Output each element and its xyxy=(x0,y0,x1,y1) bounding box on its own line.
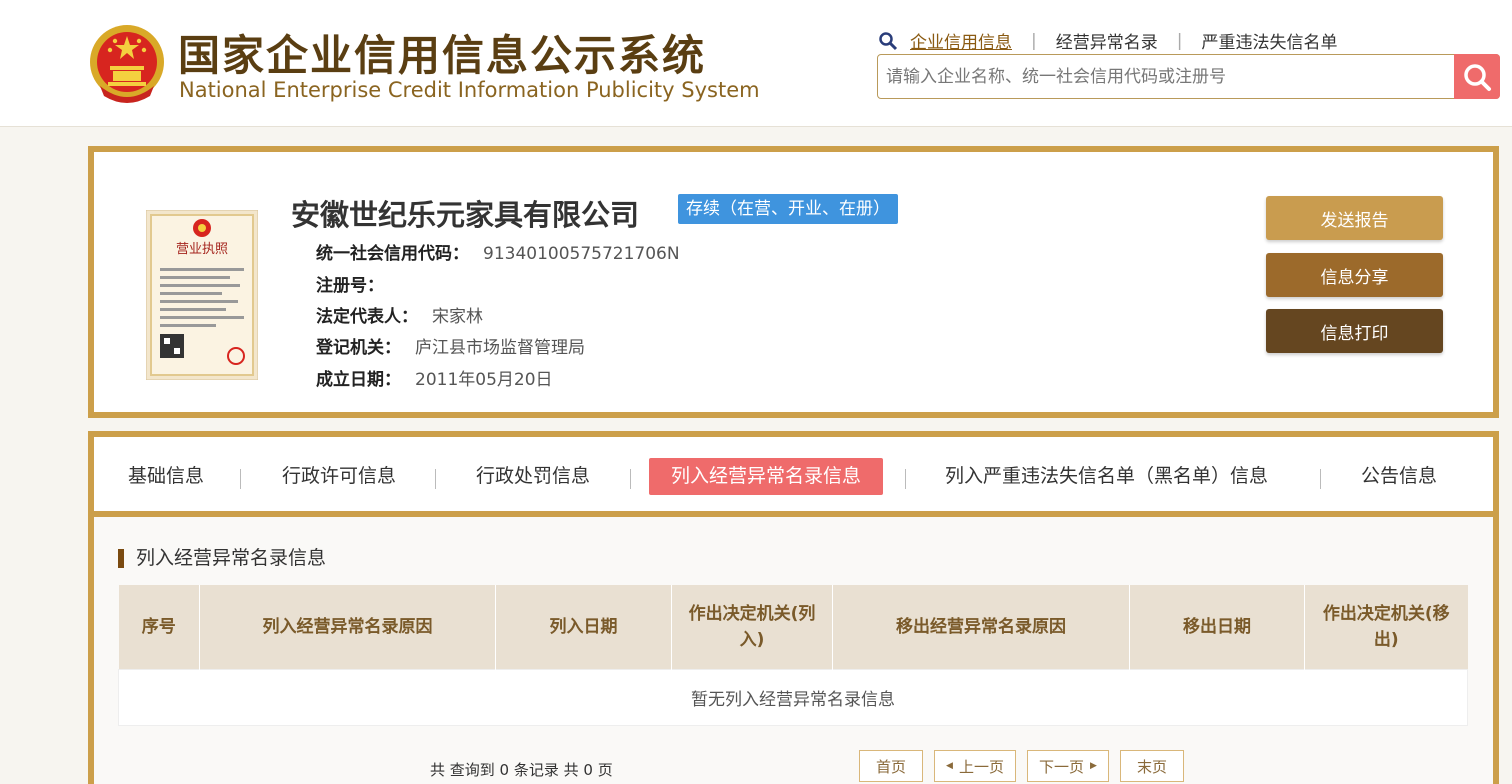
topnav-separator: | xyxy=(1031,30,1037,51)
next-page-label: 下一页 xyxy=(1039,757,1085,776)
status-badge: 存续（在营、开业、在册） xyxy=(678,194,898,224)
last-page-button[interactable]: 末页 xyxy=(1120,750,1184,782)
tab-separator xyxy=(630,469,631,489)
site-title: 国家企业信用信息公示系统 xyxy=(178,31,707,80)
tab-separator xyxy=(905,469,906,489)
column-header-listing-date: 列入日期 xyxy=(495,585,672,669)
column-header-removal-authority: 作出决定机关(移出) xyxy=(1304,585,1468,669)
arrow-left-icon: ◀ xyxy=(946,761,953,771)
table-row: 暂无列入经营异常名录信息 xyxy=(118,668,1468,726)
column-header-listing-authority: 作出决定机关(列入) xyxy=(671,585,833,669)
share-info-button[interactable]: 信息分享 xyxy=(1266,253,1443,297)
previous-page-button[interactable]: ◀ 上一页 xyxy=(934,750,1016,782)
tab-separator xyxy=(240,469,241,489)
info-legal-representative: 法定代表人： 宋家林 xyxy=(316,302,483,327)
info-registration-authority: 登记机关： 庐江县市场监督管理局 xyxy=(316,333,585,358)
info-label: 登记机关： xyxy=(316,338,401,358)
topnav-credit-info[interactable]: 企业信用信息 xyxy=(910,28,1012,53)
empty-table-message: 暂无列入经营异常名录信息 xyxy=(118,668,1468,726)
send-report-button[interactable]: 发送报告 xyxy=(1266,196,1443,240)
column-header-removal-date: 移出日期 xyxy=(1129,585,1305,669)
column-header-removal-reason: 移出经营异常名录原因 xyxy=(832,585,1130,669)
info-registration-number: 注册号： xyxy=(316,271,398,296)
info-credit-code: 统一社会信用代码： 91340100575721706N xyxy=(316,239,680,264)
tab-separator xyxy=(435,469,436,489)
pagination-summary: 共 查询到 0 条记录 共 0 页 xyxy=(430,761,613,779)
next-page-button[interactable]: 下一页 ▶ xyxy=(1027,750,1109,782)
tab-bar: 基础信息 行政许可信息 行政处罚信息 列入经营异常名录信息 列入严重违法失信名单… xyxy=(94,437,1493,511)
company-name: 安徽世纪乐元家具有限公司 xyxy=(291,198,640,232)
site-subtitle: National Enterprise Credit Information P… xyxy=(179,78,760,102)
tab-abnormal-list[interactable]: 列入经营异常名录信息 xyxy=(649,458,884,495)
search-icon xyxy=(1464,63,1491,91)
info-label: 成立日期： xyxy=(316,370,401,390)
column-header-index: 序号 xyxy=(118,585,200,669)
site-header: 国家企业信用信息公示系统 National Enterprise Credit … xyxy=(0,0,1512,127)
abnormal-list-section: 列入经营异常名录信息 序号 列入经营异常名录原因 列入日期 作出决定机关(列入)… xyxy=(94,517,1493,784)
info-value: 庐江县市场监督管理局 xyxy=(415,338,585,358)
topnav-abnormal-list[interactable]: 经营异常名录 xyxy=(1056,28,1158,53)
top-navigation: 企业信用信息 | 经营异常名录 | 严重违法失信名单 xyxy=(878,28,1337,53)
info-value: 宋家林 xyxy=(432,307,483,327)
topnav-separator: | xyxy=(1176,30,1183,51)
info-value: 2011年05月20日 xyxy=(415,370,553,390)
magnifier-icon xyxy=(879,31,898,50)
national-emblem-icon xyxy=(90,25,164,103)
license-heading: 营业执照 xyxy=(176,242,228,257)
tab-blacklist[interactable]: 列入严重违法失信名单（黑名单）信息 xyxy=(945,458,1268,495)
tab-separator xyxy=(1320,469,1321,489)
info-value: 91340100575721706N xyxy=(483,244,680,264)
tab-basic-info[interactable]: 基础信息 xyxy=(128,458,204,495)
info-label: 统一社会信用代码： xyxy=(316,244,469,264)
tab-admin-license[interactable]: 行政许可信息 xyxy=(282,458,396,495)
arrow-right-icon: ▶ xyxy=(1090,761,1097,771)
tab-announcements[interactable]: 公告信息 xyxy=(1361,458,1437,495)
info-panel: 基础信息 行政许可信息 行政处罚信息 列入经营异常名录信息 列入严重违法失信名单… xyxy=(88,431,1499,784)
search-button[interactable] xyxy=(1454,54,1500,99)
info-established-date: 成立日期： 2011年05月20日 xyxy=(316,365,553,390)
column-header-listing-reason: 列入经营异常名录原因 xyxy=(199,585,496,669)
search-box xyxy=(877,54,1500,99)
info-label: 注册号： xyxy=(316,276,384,296)
tab-admin-penalty[interactable]: 行政处罚信息 xyxy=(476,458,590,495)
search-input[interactable] xyxy=(886,63,1446,91)
table-header-row: 序号 列入经营异常名录原因 列入日期 作出决定机关(列入) 移出经营异常名录原因… xyxy=(118,585,1468,669)
abnormal-list-table: 序号 列入经营异常名录原因 列入日期 作出决定机关(列入) 移出经营异常名录原因… xyxy=(118,585,1468,726)
topnav-blacklist[interactable]: 严重违法失信名单 xyxy=(1201,28,1337,53)
first-page-button[interactable]: 首页 xyxy=(859,750,923,782)
info-label: 法定代表人： xyxy=(316,307,418,327)
business-license-image: 营业执照 xyxy=(146,210,258,380)
company-card: 营业执照 安徽世纪乐元家具有限公司 存续（在营、开业、在册） 统一社会信用代码：… xyxy=(88,146,1499,418)
print-info-button[interactable]: 信息打印 xyxy=(1266,309,1443,353)
previous-page-label: 上一页 xyxy=(958,757,1004,776)
section-title: 列入经营异常名录信息 xyxy=(118,549,326,568)
